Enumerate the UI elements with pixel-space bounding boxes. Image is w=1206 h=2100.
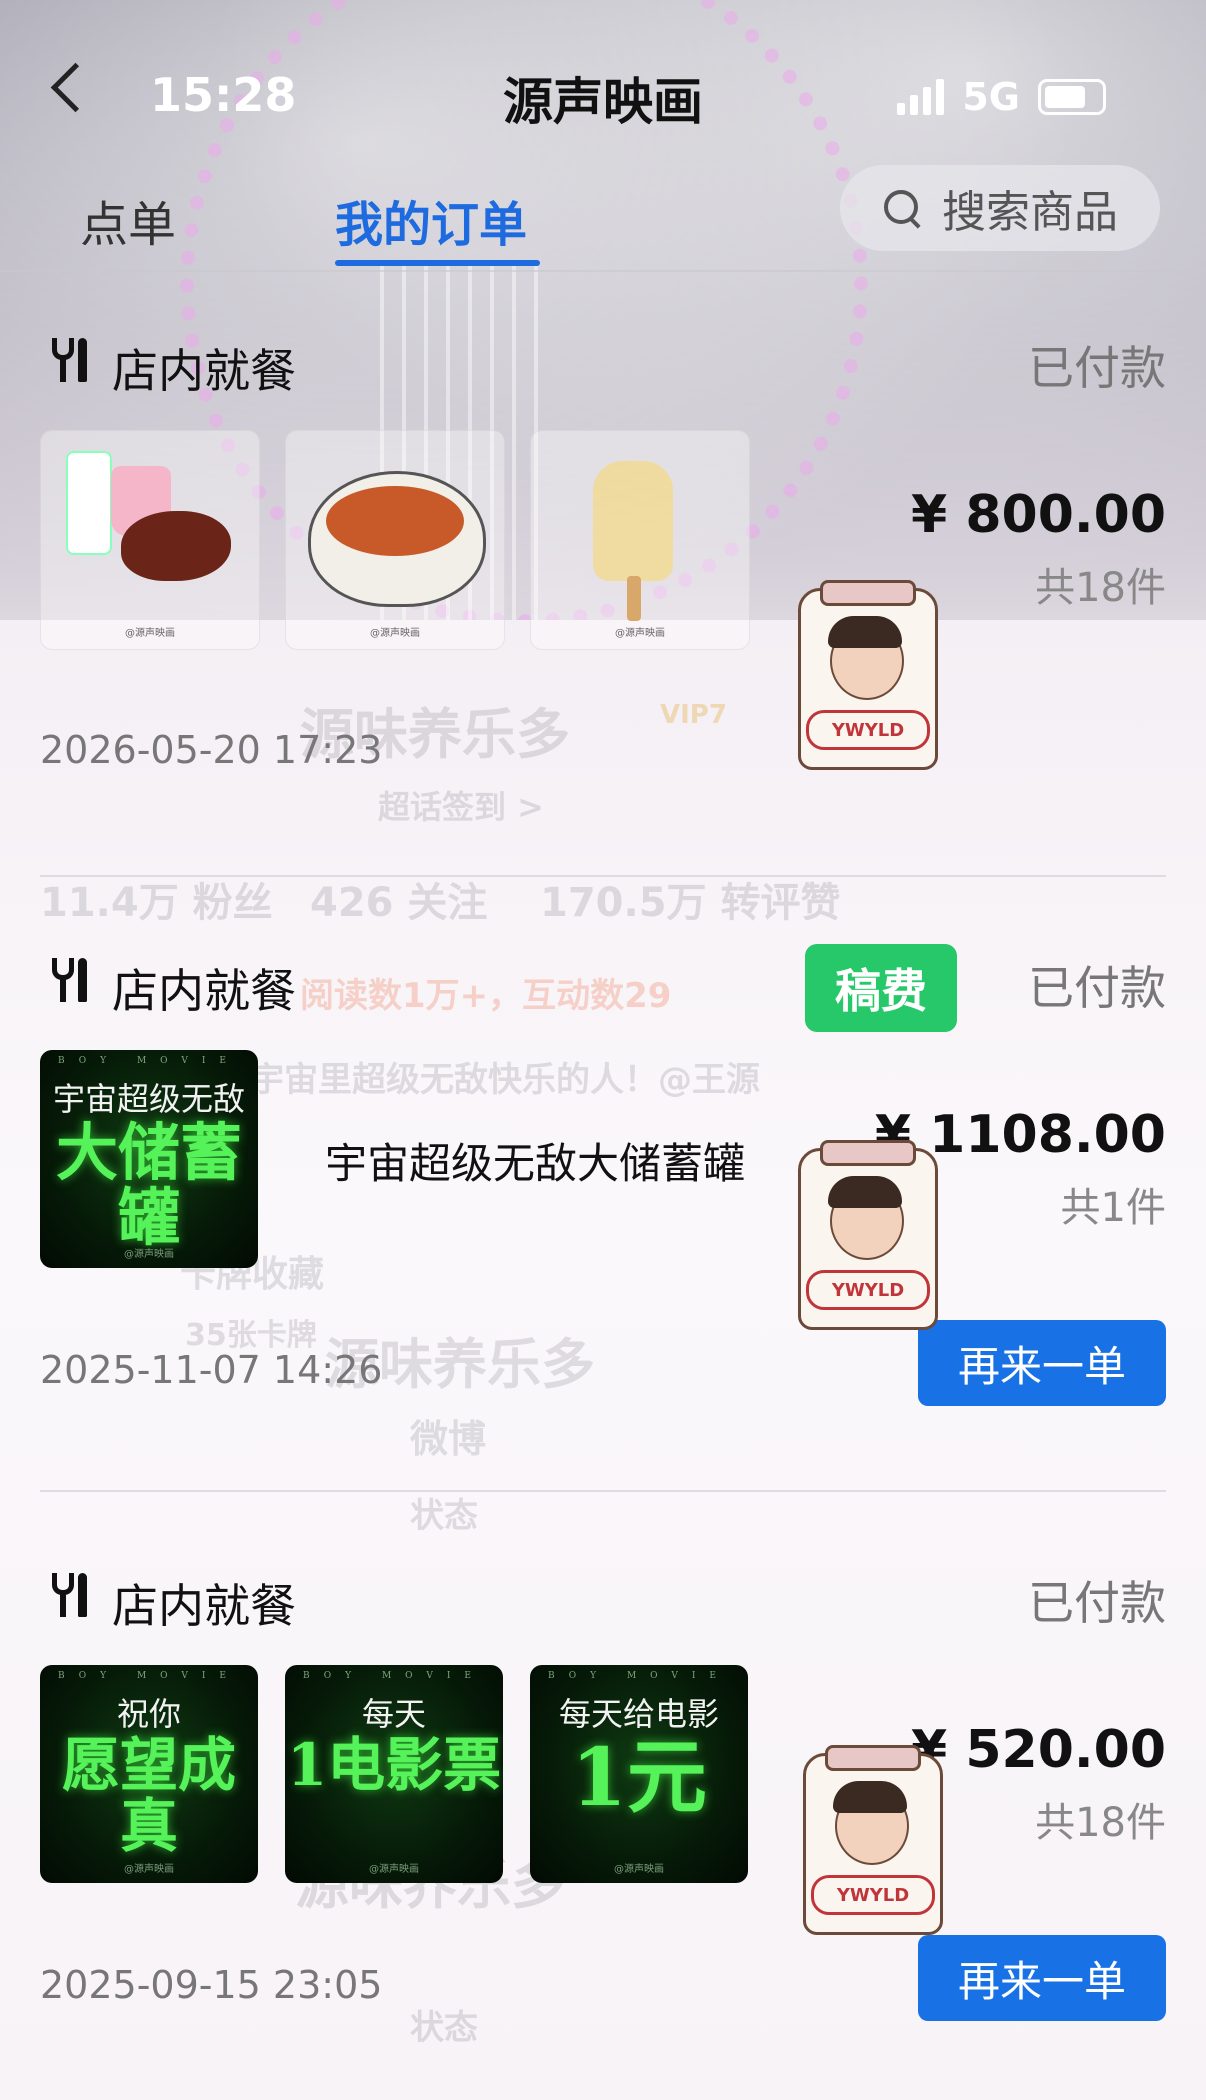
- order-price: ¥ 520.00: [911, 1720, 1166, 1780]
- ghost-checkin: 超话签到 >: [378, 788, 544, 826]
- utensils-icon: [50, 338, 90, 382]
- utensils-icon: [50, 1573, 90, 1617]
- order-quantity: 共1件: [1060, 1185, 1166, 1231]
- ad-milk-bottle-icon: [66, 451, 112, 555]
- poster-top-text: BOY MOVIE: [547, 1671, 731, 1681]
- tab-my-orders[interactable]: 我的订单: [335, 185, 527, 255]
- sticker-label: YWYLD: [806, 710, 930, 750]
- dine-type-label: 店内就餐: [112, 964, 296, 1018]
- poster-top-text: BOY MOVIE: [57, 1671, 241, 1681]
- thumb-tag: @源声映画: [125, 628, 175, 639]
- sticker-label: YWYLD: [806, 1270, 930, 1310]
- order-status: 已付款: [1028, 1576, 1166, 1630]
- dine-type-label: 店内就餐: [112, 344, 296, 398]
- ghost-reads: 阅读数1万+，互动数29: [300, 976, 672, 1016]
- search-placeholder: 搜索商品: [942, 187, 1118, 238]
- poster-top-text: BOY MOVIE: [302, 1671, 486, 1681]
- poster-foot: @源声映画: [124, 1864, 174, 1875]
- order-status: 已付款: [1028, 341, 1166, 395]
- tab-active-indicator: [335, 260, 540, 266]
- yogurt-bottle-sticker: YWYLD: [795, 1745, 945, 1935]
- thumb-tag: @源声映画: [370, 628, 420, 639]
- order-divider: [40, 1490, 1166, 1492]
- utensils-icon: [50, 958, 90, 1002]
- ghost-follow: 426 关注: [310, 880, 488, 926]
- sticker-label: YWYLD: [811, 1875, 935, 1915]
- item-thumb-popsicle: @源声映画: [530, 430, 750, 650]
- poster-line1: 每天给电影: [558, 1695, 719, 1733]
- item-name: 宇宙超级无敌大储蓄罐: [325, 1139, 746, 1188]
- item-thumb-drink-steak: @源声映画: [40, 430, 260, 650]
- search-icon: [882, 188, 922, 228]
- poster-line1: 每天: [361, 1695, 426, 1733]
- order-quantity: 共18件: [1035, 1800, 1166, 1846]
- poster-top-text: BOY MOVIE: [57, 1056, 241, 1066]
- ghost-status: 状态: [410, 1496, 478, 1536]
- poster-foot: @源声映画: [124, 1249, 174, 1260]
- item-thumb-poster: BOY MOVIE 每天 1电影票 @源声映画: [285, 1665, 503, 1883]
- reorder-button[interactable]: 再来一单: [918, 1320, 1166, 1406]
- page-title: 源声映画: [503, 73, 703, 131]
- poster-foot: @源声映画: [614, 1864, 664, 1875]
- order-divider: [40, 875, 1166, 877]
- order-timestamp: 2025-11-07 14:26: [40, 1348, 383, 1392]
- popsicle-icon: [593, 461, 673, 581]
- ghost-bio: 宇宙里超级无敌快乐的人！@王源: [250, 1060, 760, 1100]
- tab-bar: 点单 我的订单 搜索商品: [0, 165, 1206, 270]
- reorder-button[interactable]: 再来一单: [918, 1935, 1166, 2021]
- yogurt-bottle-sticker: YWYLD: [790, 580, 940, 770]
- ghost-vip: VIP7: [660, 700, 727, 730]
- ghost-weibo: 微博: [410, 1417, 487, 1461]
- poster-line2: 1元: [571, 1730, 707, 1824]
- item-thumb-poster: BOY MOVIE 宇宙超级无敌 大储蓄罐 @源声映画: [40, 1050, 258, 1268]
- poster-line1: 祝你: [116, 1695, 181, 1733]
- tab-order[interactable]: 点单: [80, 185, 176, 255]
- popsicle-stick-icon: [627, 576, 641, 621]
- ghost-status-2: 状态: [410, 2008, 478, 2048]
- poster-line2: 愿望成真: [61, 1731, 236, 1860]
- thumb-tag: @源声映画: [615, 628, 665, 639]
- order-timestamp: 2026-05-20 17:23: [40, 728, 383, 772]
- order-status: 已付款: [1028, 961, 1166, 1015]
- ghost-fans: 11.4万 粉丝: [40, 880, 273, 926]
- poster-line1: 宇宙超级无敌: [52, 1080, 245, 1118]
- poster-line2: 1电影票: [286, 1731, 502, 1799]
- order-quantity: 共18件: [1035, 565, 1166, 611]
- item-thumb-poster: BOY MOVIE 每天给电影 1元 @源声映画: [530, 1665, 748, 1883]
- poster-line2: 大储蓄罐: [55, 1116, 242, 1255]
- poster-foot: @源声映画: [369, 1864, 419, 1875]
- soup-icon: [326, 486, 464, 556]
- steak-icon: [121, 511, 231, 581]
- dine-type-label: 店内就餐: [112, 1579, 296, 1633]
- ghost-likes: 170.5万 转评赞: [540, 880, 841, 926]
- item-thumb-poster: BOY MOVIE 祝你 愿望成真 @源声映画: [40, 1665, 258, 1883]
- yogurt-bottle-sticker: YWYLD: [790, 1140, 940, 1330]
- item-thumb-noodle-bowl: @源声映画: [285, 430, 505, 650]
- order-timestamp: 2025-09-15 23:05: [40, 1963, 383, 2007]
- search-input[interactable]: 搜索商品: [840, 165, 1160, 251]
- order-price: ¥ 800.00: [911, 485, 1166, 545]
- header-divider: [0, 270, 1206, 272]
- fee-badge: 稿费: [805, 944, 957, 1032]
